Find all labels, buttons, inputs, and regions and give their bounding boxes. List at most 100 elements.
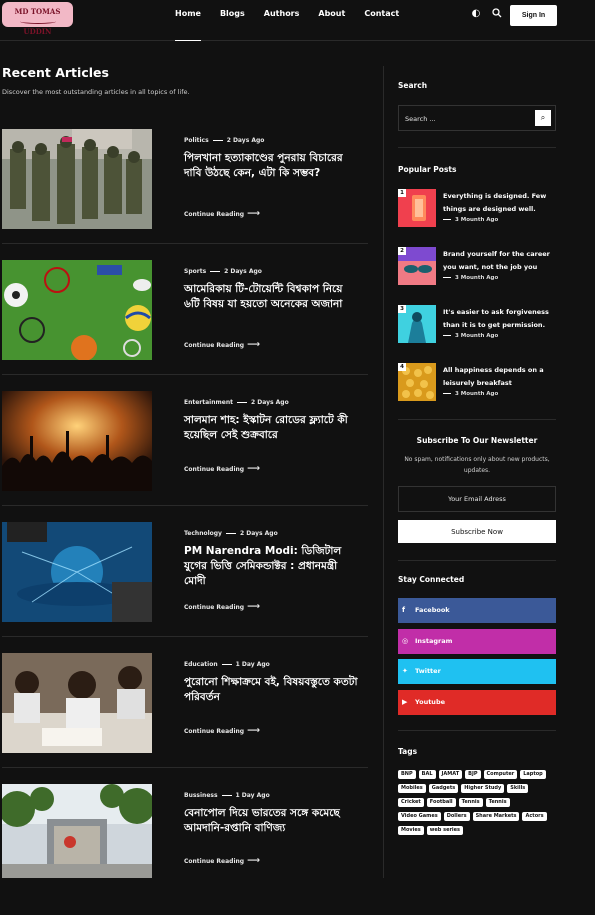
nav-contact[interactable]: Contact [364, 9, 399, 40]
article-image-education[interactable] [2, 653, 152, 753]
article-date: 1 Day Ago [235, 661, 270, 668]
tag[interactable]: Dollers [443, 812, 470, 821]
search-input[interactable] [403, 111, 527, 127]
tag[interactable]: Tennis [458, 798, 483, 807]
article-image-sports[interactable] [2, 260, 152, 360]
article-title[interactable]: বেনাপোল দিয়ে ভারতের সঙ্গে কমেছে আমদানি-… [184, 806, 359, 836]
tag[interactable]: Cricket [398, 798, 424, 807]
post-number: 4 [398, 363, 406, 371]
article-image-technology[interactable] [2, 522, 152, 622]
popular-post-title[interactable]: All happiness depends on a leisurely bre… [443, 364, 555, 390]
arrow-right-icon: ⟶ [247, 209, 260, 219]
tag[interactable]: Gadgets [428, 784, 459, 793]
tag[interactable]: BNP [398, 770, 416, 779]
arrow-right-icon: ⟶ [247, 340, 260, 350]
sidebar-divider [383, 66, 384, 878]
arrow-right-icon: ⟶ [247, 602, 260, 612]
instagram-button[interactable]: ◎ Instagram [398, 629, 556, 654]
tags-heading: Tags [398, 747, 418, 756]
tag[interactable]: Mobiles [398, 784, 426, 793]
article-image-concert[interactable] [2, 391, 152, 491]
article-meta: Entertainment 2 Days Ago [184, 399, 289, 406]
continue-reading-link[interactable]: Continue Reading ⟶ [184, 340, 260, 350]
article-image-soldiers[interactable] [2, 129, 152, 229]
popular-post-title[interactable]: Brand yourself for the career you want, … [443, 248, 555, 274]
subscribe-button[interactable]: Subscribe Now [398, 520, 556, 543]
nav-blogs[interactable]: Blogs [220, 9, 245, 40]
arrow-right-icon: ⟶ [247, 856, 260, 866]
divider [398, 419, 556, 420]
search-heading: Search [398, 81, 428, 90]
article-card: Sports 2 Days Ago আমেরিকায় টি-টোয়েন্টি … [2, 260, 368, 391]
signin-button[interactable]: Sign In [510, 5, 557, 26]
tag[interactable]: Tennis [485, 798, 510, 807]
tag[interactable]: web series [426, 826, 464, 835]
article-title[interactable]: সালমান শাহ: ইস্কাটন রোডের ফ্ল্যাটে কী হয… [184, 413, 359, 443]
tag[interactable]: Share Markets [472, 812, 520, 821]
post-number: 3 [398, 305, 406, 313]
continue-reading-link[interactable]: Continue Reading ⟶ [184, 602, 260, 612]
facebook-button[interactable]: f Facebook [398, 598, 556, 623]
article-category[interactable]: Entertainment [184, 399, 233, 406]
popular-posts-heading: Popular Posts [398, 165, 457, 174]
popular-post[interactable]: 3 It's easier to ask forgiveness than it… [398, 305, 556, 353]
theme-toggle-icon[interactable]: ◐ [470, 8, 482, 20]
article-card: Technology 2 Days Ago PM Narendra Modi: ড… [2, 522, 368, 653]
article-category[interactable]: Sports [184, 268, 206, 275]
article-card: Bussiness 1 Day Ago বেনাপোল দিয়ে ভারতের … [2, 784, 368, 915]
tag[interactable]: BJP [465, 770, 481, 779]
search-form: ⌕ [398, 105, 556, 131]
nav-about[interactable]: About [318, 9, 345, 40]
article-date: 1 Day Ago [235, 792, 270, 799]
tag[interactable]: Computer [483, 770, 518, 779]
continue-reading-link[interactable]: Continue Reading ⟶ [184, 856, 260, 866]
article-date: 2 Days Ago [224, 268, 262, 275]
article-title[interactable]: পিলখানা হত্যাকাণ্ডের পুনরায় বিচারের দাব… [184, 151, 359, 181]
tag[interactable]: Video Games [398, 812, 441, 821]
article-title[interactable]: পুরোনো শিক্ষাক্রমে বই, বিষয়বস্তুতে কতটা… [184, 675, 359, 705]
article-meta: Politics 2 Days Ago [184, 137, 264, 144]
twitter-button[interactable]: ✦ Twitter [398, 659, 556, 684]
article-category[interactable]: Bussiness [184, 792, 218, 799]
nav-home[interactable]: Home [175, 9, 201, 41]
article-category[interactable]: Education [184, 661, 218, 668]
article-date: 2 Days Ago [239, 530, 278, 537]
top-navbar: MD TOMAS UDDIN Home Blogs Authors About … [0, 0, 595, 41]
popular-post-date: 3 Mounth Ago [443, 391, 498, 397]
popular-post-date: 3 Mounth Ago [443, 275, 498, 281]
popular-post[interactable]: 4 All happiness depends on a leisurely b… [398, 363, 556, 411]
newsletter-description: No spam, notifications only about new pr… [404, 456, 550, 474]
article-image-border[interactable] [2, 784, 152, 884]
tag[interactable]: JAMAT [438, 770, 463, 779]
popular-post-title[interactable]: It's easier to ask forgiveness than it i… [443, 306, 555, 332]
popular-post[interactable]: 2 Brand yourself for the career you want… [398, 247, 556, 295]
tag[interactable]: Laptop [520, 770, 546, 779]
tag[interactable]: Higher Study [461, 784, 505, 793]
popular-post-date: 3 Mounth Ago [443, 217, 498, 223]
tag[interactable]: Football [426, 798, 456, 807]
newsletter-heading: Subscribe To Our Newsletter [416, 436, 538, 445]
article-category[interactable]: Technology [184, 530, 222, 537]
article-category[interactable]: Politics [184, 137, 209, 144]
continue-reading-link[interactable]: Continue Reading ⟶ [184, 464, 260, 474]
popular-post-title[interactable]: Everything is designed. Few things are d… [443, 190, 555, 216]
tag[interactable]: Skills [507, 784, 529, 793]
article-title[interactable]: আমেরিকায় টি-টোয়েন্টি বিশ্বকাপ নিয়ে ৬ট… [184, 282, 359, 312]
continue-reading-link[interactable]: Continue Reading ⟶ [184, 726, 260, 736]
youtube-button[interactable]: ▶ Youtube [398, 690, 556, 715]
arrow-right-icon: ⟶ [247, 464, 260, 474]
continue-reading-link[interactable]: Continue Reading ⟶ [184, 209, 260, 219]
tag[interactable]: Actors [522, 812, 547, 821]
newsletter-email-input[interactable] [398, 486, 556, 512]
post-number: 2 [398, 247, 406, 255]
stay-connected-heading: Stay Connected [398, 575, 465, 584]
tag[interactable]: Movies [398, 826, 424, 835]
divider [398, 147, 556, 148]
search-icon[interactable] [491, 8, 503, 20]
search-submit-icon[interactable]: ⌕ [535, 110, 551, 126]
site-logo[interactable]: MD TOMAS UDDIN [2, 2, 73, 36]
nav-authors[interactable]: Authors [264, 9, 300, 40]
tag[interactable]: BAL [418, 770, 436, 779]
article-title[interactable]: PM Narendra Modi: ডিজিটাল যুগের ভিত্তি স… [184, 544, 359, 589]
popular-post[interactable]: 1 Everything is designed. Few things are… [398, 189, 556, 237]
